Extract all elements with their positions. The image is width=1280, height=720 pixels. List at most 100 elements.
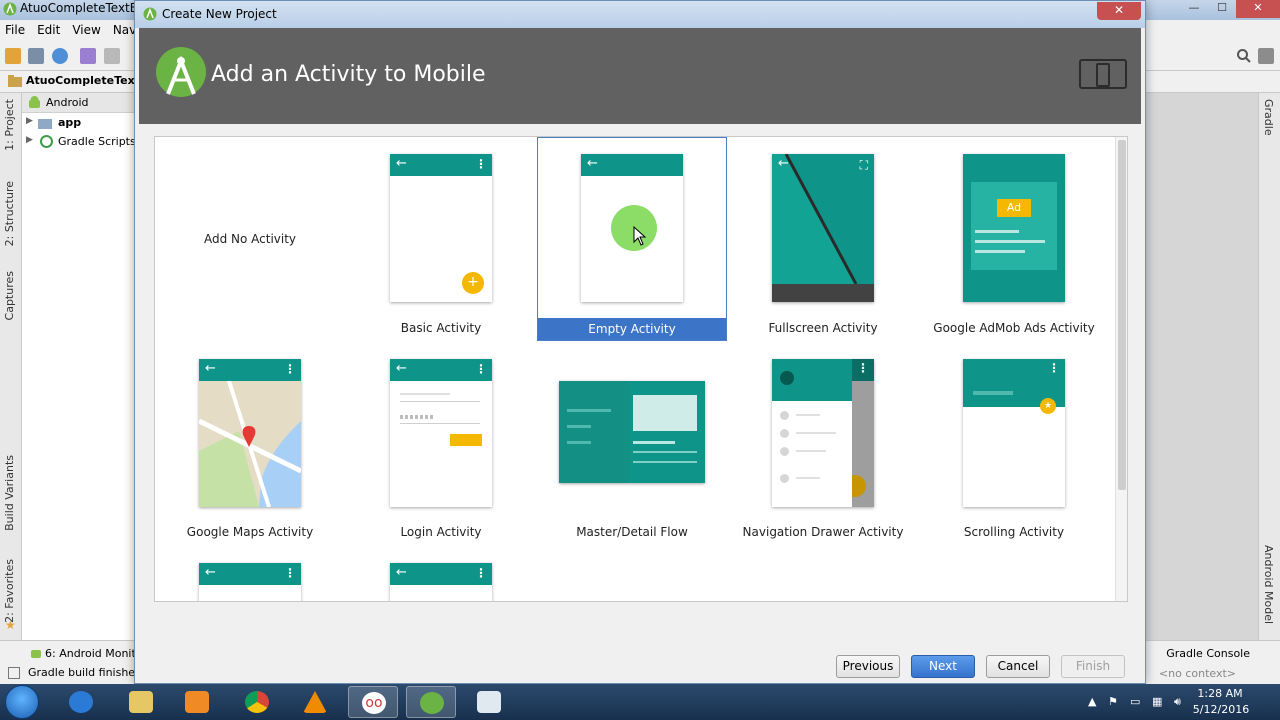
template-login-activity[interactable]: ← ⋮ Login Activity	[346, 341, 536, 545]
template-preview: ← ⋮	[390, 563, 492, 601]
template-row3-item2[interactable]: ← ⋮	[346, 545, 536, 601]
back-arrow-icon: ←	[396, 361, 407, 376]
show-hidden-icons[interactable]: ▲	[1088, 695, 1102, 709]
taskbar-media-player[interactable]	[172, 686, 222, 718]
star-icon: ★	[5, 618, 16, 632]
template-preview: ← ⋮	[199, 563, 301, 601]
dialog-header: Add an Activity to Mobile	[139, 28, 1141, 124]
sync-icon[interactable]	[52, 48, 68, 64]
undo-icon[interactable]	[80, 48, 96, 64]
tab-structure[interactable]: 2: Structure	[3, 181, 16, 246]
network-icon[interactable]: ▦	[1152, 695, 1166, 709]
menu-view[interactable]: View	[72, 23, 100, 37]
android-studio-icon	[420, 692, 444, 714]
next-button[interactable]: Next	[911, 655, 975, 678]
tab-captures[interactable]: Captures	[3, 271, 16, 320]
template-label: Basic Activity	[400, 321, 482, 335]
tree-item-app[interactable]: ▶ app	[22, 113, 140, 132]
template-label: Fullscreen Activity	[768, 321, 878, 335]
windows-taskbar: oo ▲ ⚑ ▭ ▦ 🔊︎ 1:28 AM 5/12/2016	[0, 684, 1280, 720]
template-label: Navigation Drawer Activity	[742, 525, 904, 539]
project-view-dropdown[interactable]: Android	[22, 93, 140, 113]
template-google-maps-activity[interactable]: ← ⋮ Google Maps Activity	[155, 341, 345, 545]
taskbar-app[interactable]	[464, 686, 514, 718]
clock-time[interactable]: 1:28 AM	[1190, 687, 1250, 700]
android-studio-icon	[143, 7, 157, 21]
back-arrow-icon: ←	[205, 361, 216, 376]
detail-line	[633, 461, 697, 463]
template-label: Master/Detail Flow	[576, 525, 688, 539]
start-button[interactable]	[5, 685, 39, 719]
taskbar-vlc[interactable]	[290, 686, 340, 718]
detail-line	[633, 441, 675, 444]
template-scrolling-activity[interactable]: ⋮ ★ Scrolling Activity	[919, 341, 1109, 545]
left-tool-strip: 1: Project 2: Structure Captures Build V…	[0, 93, 22, 640]
monitor-icon[interactable]: ▭	[1130, 695, 1144, 709]
overflow-menu-icon: ⋮	[475, 157, 487, 171]
close-button[interactable]: ✕	[1236, 0, 1280, 18]
internet-explorer-icon	[69, 691, 93, 713]
status-toggle-icon[interactable]	[8, 667, 20, 679]
menu-file[interactable]: File	[5, 23, 25, 37]
email-field-line	[400, 393, 450, 395]
previous-button[interactable]: Previous	[836, 655, 900, 678]
taskbar-recorder[interactable]: oo	[348, 686, 398, 718]
template-preview: ← ⋮ +	[390, 154, 492, 302]
title-line	[973, 391, 1013, 395]
nav-item-line	[796, 432, 836, 434]
template-navigation-drawer-activity[interactable]: ⋮ Navigation Drawer Activity	[728, 341, 918, 545]
redo-icon[interactable]	[104, 48, 120, 64]
nav-item-icon	[780, 429, 789, 438]
overflow-menu-icon: ⋮	[475, 362, 487, 376]
overflow-menu-icon: ⋮	[284, 566, 296, 580]
template-admob-activity[interactable]: Ad Google AdMob Ads Activity	[919, 137, 1109, 341]
tab-gradle[interactable]: Gradle	[1262, 99, 1275, 136]
tab-gradle-console[interactable]: Gradle Console	[1166, 647, 1250, 660]
tree-item-label: Gradle Scripts	[58, 135, 136, 148]
template-add-no-activity[interactable]: Add No Activity	[155, 137, 345, 341]
maximize-button[interactable]: ☐	[1208, 0, 1236, 18]
taskbar-android-studio[interactable]	[406, 686, 456, 718]
ide-window-controls: — ☐ ✕	[1180, 0, 1280, 18]
expand-arrow-icon[interactable]: ▶	[26, 116, 33, 126]
tab-project[interactable]: 1: Project	[3, 99, 16, 151]
template-label: Google AdMob Ads Activity	[933, 321, 1095, 335]
dialog-header-title: Add an Activity to Mobile	[211, 62, 486, 87]
tree-item-gradle-scripts[interactable]: ▶ Gradle Scripts	[22, 132, 140, 151]
action-center-icon[interactable]: ⚑	[1108, 695, 1122, 709]
menu-edit[interactable]: Edit	[37, 23, 60, 37]
taskbar-chrome[interactable]	[232, 686, 282, 718]
save-icon[interactable]	[28, 48, 44, 64]
cancel-button[interactable]: Cancel	[986, 655, 1050, 678]
tab-android-monitor[interactable]: 6: Android Monito	[45, 647, 143, 660]
list-line	[567, 409, 611, 412]
vlc-icon	[303, 691, 327, 713]
back-arrow-icon: ←	[396, 156, 407, 171]
template-empty-activity[interactable]: ← Empty Activity	[537, 137, 727, 341]
scrollbar-thumb[interactable]	[1118, 140, 1126, 490]
taskbar-explorer[interactable]	[116, 686, 166, 718]
template-master-detail-flow[interactable]: Master/Detail Flow	[537, 341, 727, 545]
sdk-manager-icon[interactable]	[1258, 48, 1274, 64]
template-basic-activity[interactable]: ← ⋮ + Basic Activity	[346, 137, 536, 341]
template-fullscreen-activity[interactable]: ← ⛶ Fullscreen Activity	[728, 137, 918, 341]
template-row3-item1[interactable]: ← ⋮	[155, 545, 345, 601]
device-form-factor-icon	[1079, 59, 1127, 89]
finish-button: Finish	[1061, 655, 1125, 678]
project-panel: Android ▶ app ▶ Gradle Scripts	[22, 93, 140, 640]
tab-build-variants[interactable]: Build Variants	[3, 455, 16, 531]
overflow-menu-icon: ⋮	[284, 362, 296, 376]
search-icon[interactable]	[1236, 48, 1252, 64]
overflow-menu-icon: ⋮	[857, 361, 869, 375]
dialog-close-button[interactable]: ✕	[1097, 2, 1141, 20]
expand-arrow-icon[interactable]: ▶	[26, 135, 33, 145]
fullscreen-icon: ⛶	[859, 158, 868, 172]
clock-date[interactable]: 5/12/2016	[1186, 703, 1256, 716]
desktop: AtuoCompleteTextExa — ☐ ✕ File Edit View…	[0, 0, 1280, 720]
minimize-button[interactable]: —	[1180, 0, 1208, 18]
tab-android-model[interactable]: Android Model	[1262, 545, 1275, 624]
open-folder-icon[interactable]	[5, 48, 21, 64]
gallery-scrollbar[interactable]	[1115, 137, 1127, 601]
tab-favorites[interactable]: 2: Favorites	[3, 559, 16, 623]
taskbar-ie[interactable]	[56, 686, 106, 718]
